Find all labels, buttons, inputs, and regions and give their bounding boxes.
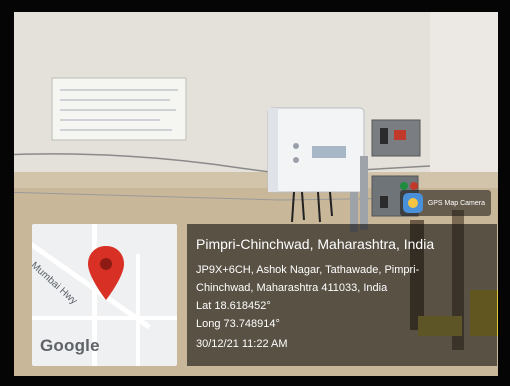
timestamp: 30/12/21 11:22 AM xyxy=(196,338,288,350)
map-thumbnail[interactable]: Mumbai Hwy Google xyxy=(32,224,177,366)
photo-border-bottom xyxy=(0,376,510,386)
location-info-panel: GPS Map Camera Pimpri-Chinchwad, Maharas… xyxy=(187,190,497,366)
photo-border-right xyxy=(498,0,510,386)
wall-notice-paper xyxy=(51,77,187,141)
map-road-label: Mumbai Hwy xyxy=(32,260,79,307)
distribution-box-upper xyxy=(371,119,421,157)
app-name: GPS Map Camera xyxy=(427,199,485,207)
photo-border-left xyxy=(0,0,14,386)
location-pin-icon xyxy=(88,246,124,300)
address-line-1: JP9X+6CH, Ashok Nagar, Tathawade, Pimpri… xyxy=(196,264,420,276)
address-line-2: Chinchwad, Maharashtra 411033, India xyxy=(196,282,388,294)
location-title: Pimpri-Chinchwad, Maharashtra, India xyxy=(196,236,435,252)
app-badge: GPS Map Camera xyxy=(399,190,491,216)
google-logo: Google xyxy=(40,336,100,355)
solar-inverter xyxy=(267,107,365,193)
photo-border-top xyxy=(0,0,510,12)
longitude: Long 73.748914° xyxy=(196,318,280,330)
latitude: Lat 18.618452° xyxy=(196,300,271,312)
gps-map-camera-icon xyxy=(402,193,423,213)
